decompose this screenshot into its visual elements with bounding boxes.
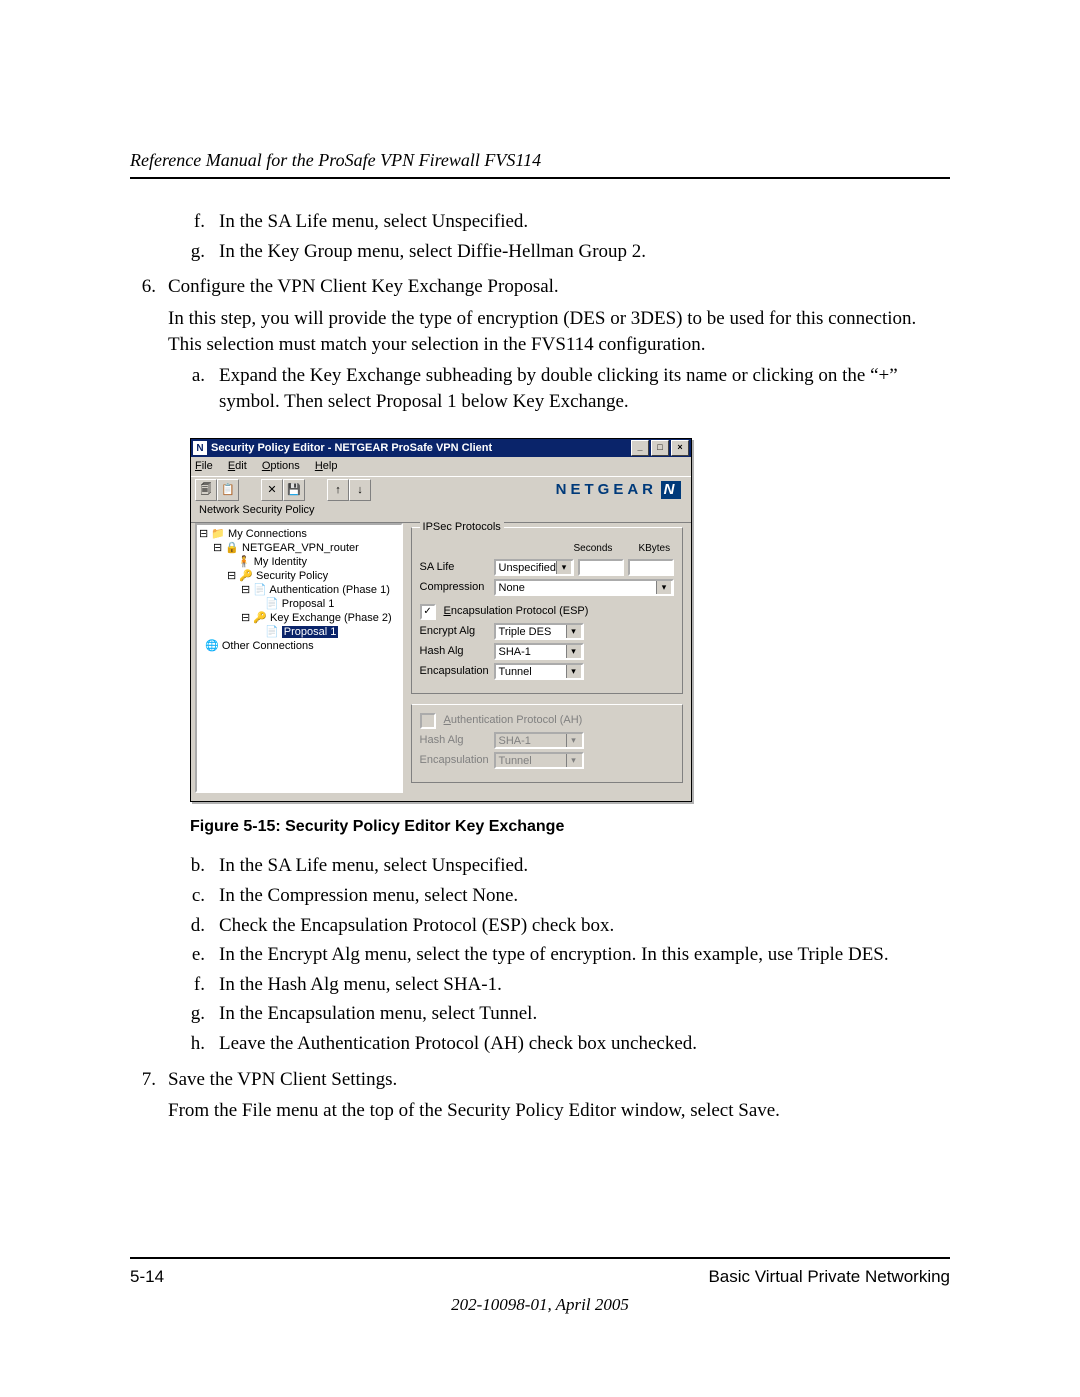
list-text: Leave the Authentication Protocol (AH) c… (219, 1031, 950, 1057)
maximize-button[interactable]: □ (651, 440, 669, 456)
paragraph: From the File menu at the top of the Sec… (168, 1098, 950, 1124)
list-text: In the SA Life menu, select Unspecified. (219, 209, 950, 235)
compression-combo[interactable]: None (494, 579, 674, 596)
section-title: Basic Virtual Private Networking (708, 1267, 950, 1287)
header-rule (130, 177, 950, 179)
hash-combo[interactable]: SHA-1 (494, 643, 584, 660)
doc-id: 202-10098-01, April 2005 (130, 1295, 950, 1315)
close-button[interactable]: × (671, 440, 689, 456)
ah-encap-label: Encapsulation (420, 753, 490, 768)
ipsec-group: document.currentScript.parentElement.set… (411, 527, 683, 694)
tree-pane[interactable]: ⊟ 📁 My Connections ⊟ 🔒 NETGEAR_VPN_route… (195, 523, 403, 793)
list-marker: f. (187, 972, 205, 998)
encrypt-label: Encrypt Alg (420, 624, 490, 639)
menu-help[interactable]: Help (315, 460, 338, 472)
toolbar-button[interactable] (239, 479, 261, 501)
menu-options[interactable]: Options (262, 460, 300, 472)
ah-group: Authentication Protocol (AH) Hash Alg SH… (411, 704, 683, 783)
list-text: Configure the VPN Client Key Exchange Pr… (168, 274, 950, 300)
list-text: In the Encapsulation menu, select Tunnel… (219, 1001, 950, 1027)
list-marker: c. (187, 883, 205, 909)
kbytes-input[interactable] (628, 559, 674, 576)
toolbar-button[interactable]: 📋 (217, 479, 239, 501)
col-kbytes: KBytes (638, 542, 670, 556)
ah-label: Authentication Protocol (AH) (444, 713, 583, 728)
list-marker: f. (187, 209, 205, 235)
list-marker: 7. (130, 1067, 156, 1093)
list-text: In the SA Life menu, select Unspecified. (219, 853, 950, 879)
menubar: File Edit Options Help (191, 457, 691, 476)
col-seconds: Seconds (574, 542, 613, 556)
hash-label: Hash Alg (420, 644, 490, 659)
encap-combo[interactable]: Tunnel (494, 663, 584, 680)
sa-life-combo[interactable]: Unspecified (494, 559, 574, 576)
brand-logo: NETGEAR N (556, 480, 687, 500)
toolbar-up-button[interactable]: ↑ (327, 479, 349, 501)
list-text: In the Hash Alg menu, select SHA-1. (219, 972, 950, 998)
list-marker: a. (187, 363, 205, 414)
list-text: Check the Encapsulation Protocol (ESP) c… (219, 913, 950, 939)
list-marker: d. (187, 913, 205, 939)
list-marker: e. (187, 942, 205, 968)
paragraph: In this step, you will provide the type … (168, 306, 950, 357)
window-titlebar: N Security Policy Editor - NETGEAR ProSa… (191, 439, 691, 457)
compression-label: Compression (420, 580, 490, 595)
list-text: In the Compression menu, select None. (219, 883, 950, 909)
list-text: Save the VPN Client Settings. (168, 1067, 950, 1093)
page-footer: 5-14 Basic Virtual Private Networking 20… (130, 1257, 950, 1315)
list-marker: b. (187, 853, 205, 879)
window-title: Security Policy Editor - NETGEAR ProSafe… (211, 441, 492, 456)
ah-hash-label: Hash Alg (420, 733, 490, 748)
encap-label: Encapsulation (420, 664, 490, 679)
ah-hash-combo: SHA-1 (494, 732, 584, 749)
esp-label: Encapsulation Protocol (ESP) (444, 604, 589, 619)
encrypt-combo[interactable]: Triple DES (494, 623, 584, 640)
page-number: 5-14 (130, 1267, 164, 1287)
toolbar-button[interactable]: 🗐 (195, 479, 217, 501)
running-header: Reference Manual for the ProSafe VPN Fir… (130, 150, 950, 171)
toolbar-delete-button[interactable]: ✕ (261, 479, 283, 501)
list-text: Expand the Key Exchange subheading by do… (219, 363, 950, 414)
figure-caption: Figure 5-15: Security Policy Editor Key … (190, 816, 950, 838)
list-marker: 6. (130, 274, 156, 300)
list-marker: h. (187, 1031, 205, 1057)
list-text: In the Key Group menu, select Diffie-Hel… (219, 239, 950, 265)
minimize-button[interactable]: _ (631, 440, 649, 456)
list-text: In the Encrypt Alg menu, select the type… (219, 942, 950, 968)
list-marker: g. (187, 239, 205, 265)
toolbar-spacer (305, 479, 327, 501)
netgear-icon: N (661, 481, 681, 499)
seconds-input[interactable] (578, 559, 624, 576)
tree-selected: Proposal 1 (282, 626, 339, 638)
ah-checkbox[interactable] (420, 713, 436, 729)
list-marker: g. (187, 1001, 205, 1027)
menu-file[interactable]: File (195, 460, 213, 472)
sa-life-label: SA Life (420, 560, 490, 575)
menu-edit[interactable]: Edit (228, 460, 247, 472)
toolbar-save-button[interactable]: 💾 (283, 479, 305, 501)
ah-encap-combo: Tunnel (494, 752, 584, 769)
esp-checkbox[interactable]: ✓ (420, 604, 436, 620)
app-icon: N (193, 441, 207, 455)
embedded-screenshot: N Security Policy Editor - NETGEAR ProSa… (190, 438, 692, 801)
toolbar-down-button[interactable]: ↓ (349, 479, 371, 501)
